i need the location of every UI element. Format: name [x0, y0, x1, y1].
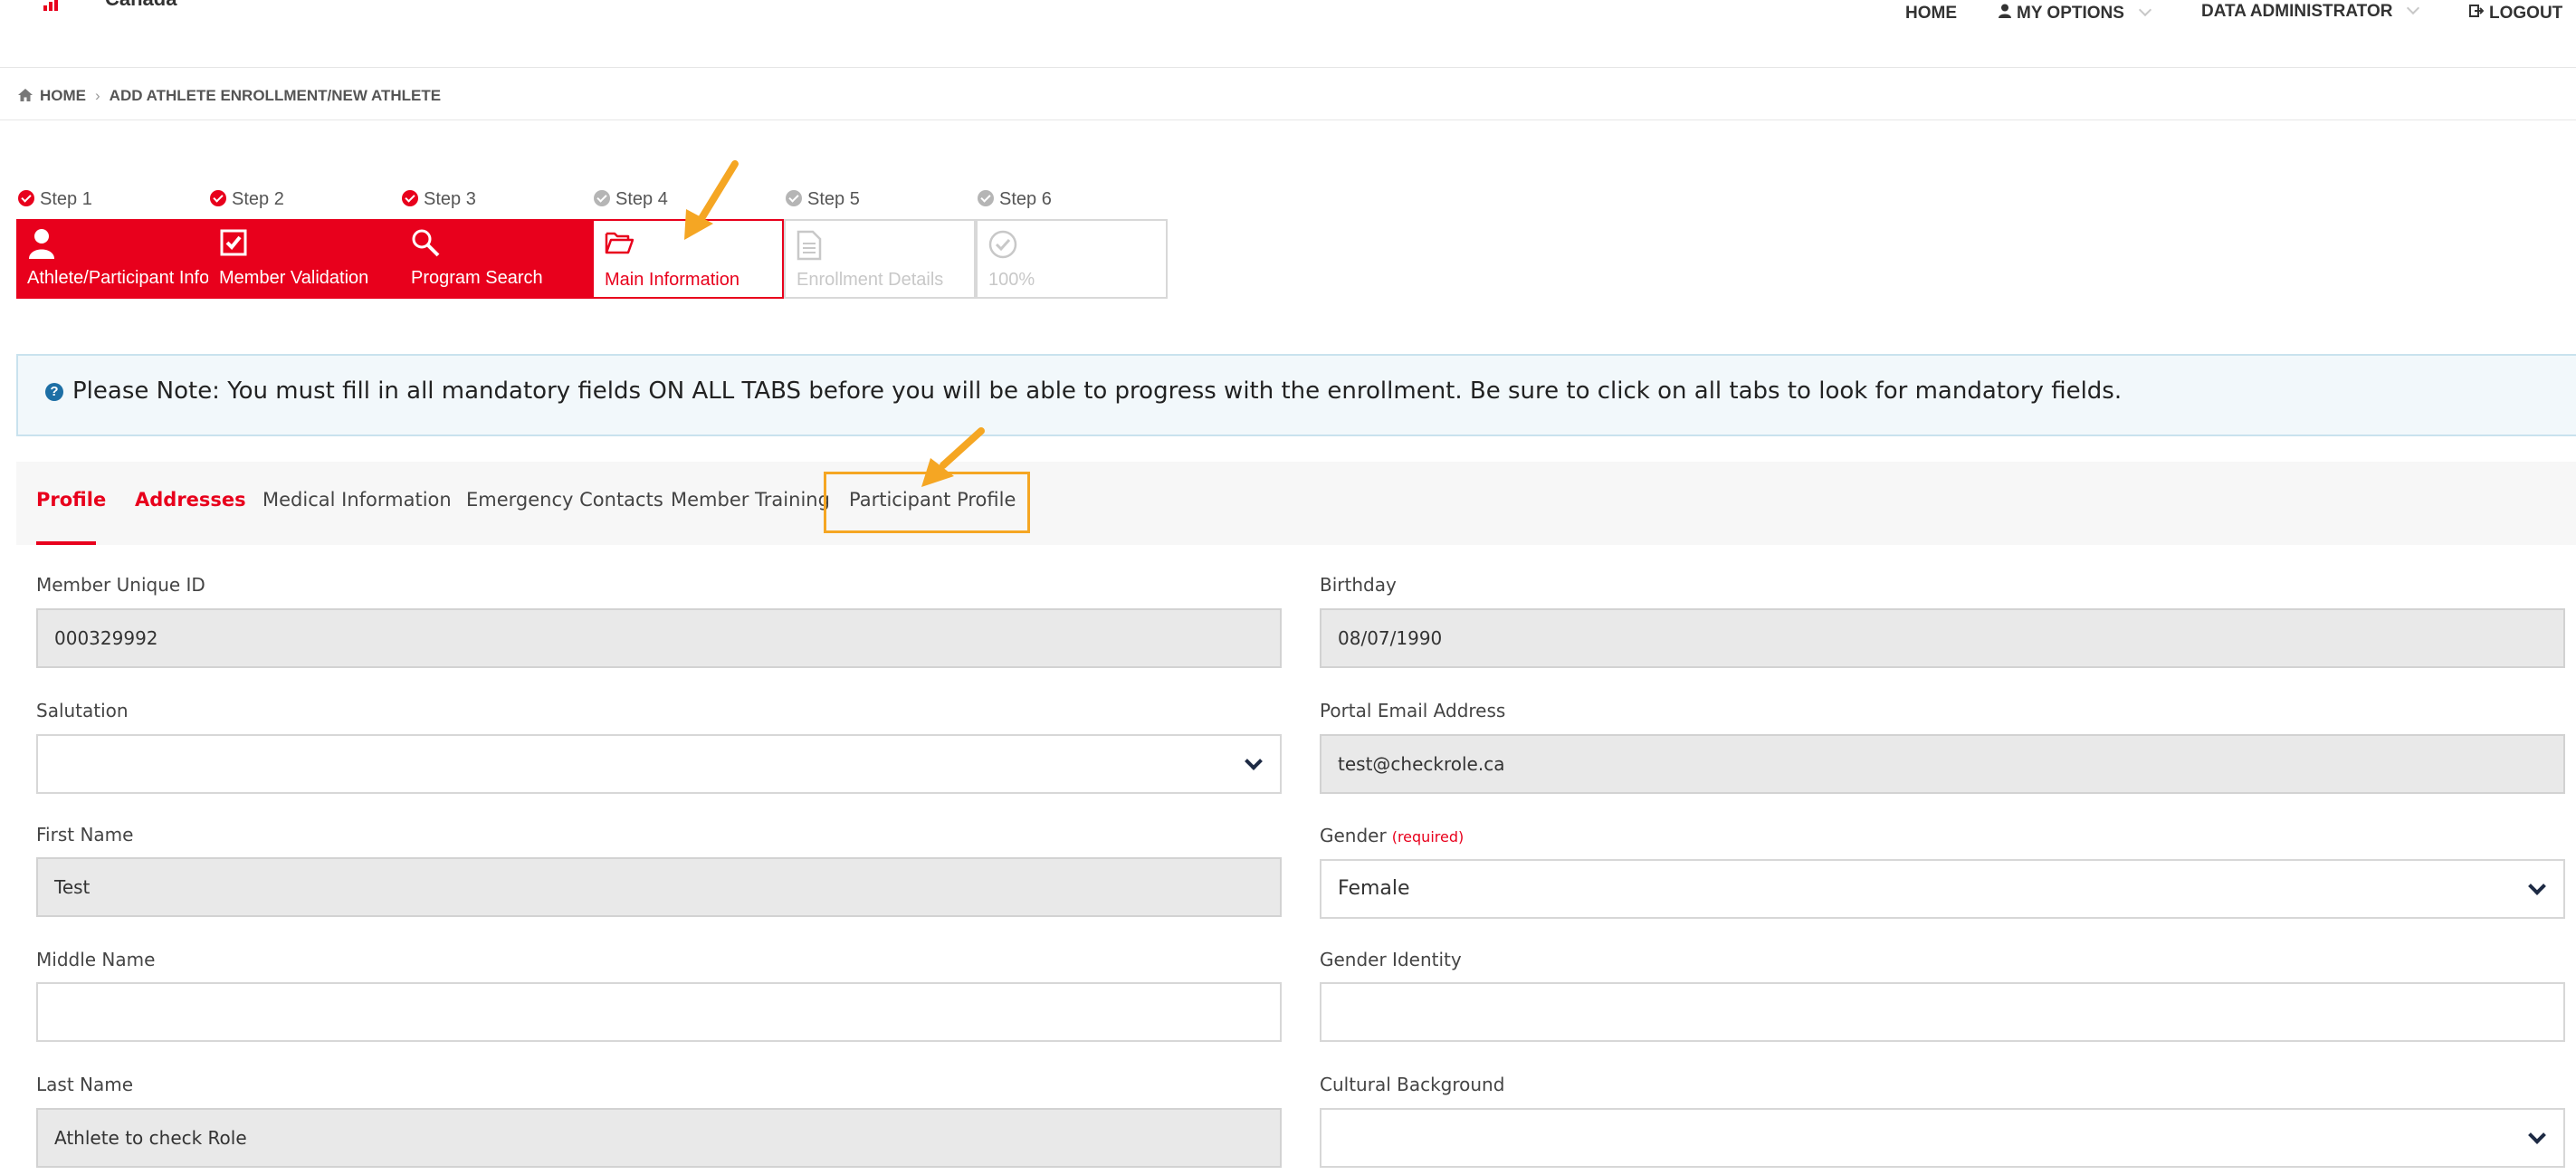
step-label: Step 6	[978, 188, 1052, 210]
step-label: Step 1	[18, 188, 92, 210]
middle-name-field[interactable]	[36, 982, 1282, 1042]
step-label-text: Step 1	[40, 189, 92, 209]
chevron-down-icon	[2528, 1126, 2546, 1144]
tab-profile[interactable]: Profile	[36, 489, 106, 511]
step-enrollment-details[interactable]: Enrollment Details	[784, 219, 976, 299]
step-label: Step 4	[594, 188, 668, 210]
first-name-label: First Name	[36, 824, 134, 845]
step-title: Program Search	[411, 268, 543, 288]
step-title: 100%	[988, 270, 1035, 290]
gender-identity-label: Gender Identity	[1320, 949, 1462, 970]
check-circle-icon	[210, 190, 226, 206]
nav-role-label: DATA ADMINISTRATOR	[2201, 2, 2393, 21]
step-complete[interactable]: 100%	[976, 219, 1168, 299]
gender-value: Female	[1338, 877, 1410, 900]
user-icon	[1999, 4, 2011, 24]
middle-name-label: Middle Name	[36, 949, 156, 970]
annotation-arrow-icon	[921, 427, 985, 487]
brand-logo-text: Canada	[105, 0, 177, 11]
notice-text: Please Note: You must fill in all mandat…	[72, 377, 2123, 405]
portal-email-label: Portal Email Address	[1320, 700, 1506, 721]
member-id-field[interactable]: 000329992	[36, 608, 1282, 668]
step-title: Athlete/Participant Info	[27, 268, 210, 288]
header-divider	[0, 67, 2576, 68]
step-label: Step 3	[402, 188, 476, 210]
portal-email-field[interactable]: test@checkrole.ca	[1320, 734, 2565, 794]
member-id-label: Member Unique ID	[36, 574, 205, 596]
nav-my-options-label: MY OPTIONS	[2017, 4, 2124, 23]
step-program-search[interactable]: Program Search	[400, 219, 592, 299]
step-member-validation[interactable]: Member Validation	[208, 219, 400, 299]
tab-addresses[interactable]: Addresses	[135, 489, 246, 511]
step-label-text: Step 5	[807, 189, 860, 209]
step-label: Step 5	[786, 188, 860, 210]
folder-open-icon	[605, 230, 635, 261]
step-label: Step 2	[210, 188, 284, 210]
tab-emergency-contacts[interactable]: Emergency Contacts	[466, 489, 663, 511]
gender-label-text: Gender	[1320, 825, 1387, 846]
cultural-background-select[interactable]	[1320, 1108, 2565, 1168]
last-name-label: Last Name	[36, 1074, 134, 1095]
gender-select[interactable]: Female	[1320, 859, 2565, 919]
check-circle-icon	[978, 190, 994, 206]
salutation-label: Salutation	[36, 700, 129, 721]
chevron-down-icon	[2138, 3, 2152, 17]
help-circle-icon: ?	[45, 383, 63, 401]
last-name-field[interactable]: Athlete to check Role	[36, 1108, 1282, 1168]
step-athlete-info[interactable]: Athlete/Participant Info	[16, 219, 210, 299]
brand-logo[interactable]	[40, 0, 67, 11]
salutation-select[interactable]	[36, 734, 1282, 794]
chevron-down-icon	[2407, 1, 2420, 15]
breadcrumb-current: ADD ATHLETE ENROLLMENT/NEW ATHLETE	[109, 87, 442, 104]
cultural-background-label: Cultural Background	[1320, 1074, 1505, 1095]
breadcrumb-divider	[0, 119, 2576, 120]
tab-member-training[interactable]: Member Training	[671, 489, 830, 511]
breadcrumb-home-link[interactable]: HOME	[40, 87, 86, 104]
tab-medical-information[interactable]: Medical Information	[262, 489, 452, 511]
search-icon	[411, 228, 442, 259]
check-circle-icon	[786, 190, 802, 206]
nav-home[interactable]: HOME	[1905, 4, 1957, 24]
chevron-down-icon	[1245, 752, 1263, 770]
nav-logout[interactable]: LOGOUT	[2469, 4, 2562, 24]
check-circle-outline-icon	[988, 230, 1019, 261]
breadcrumb: HOME › ADD ATHLETE ENROLLMENT/NEW ATHLETE	[18, 87, 441, 105]
document-icon	[797, 230, 827, 261]
step-label-text: Step 6	[999, 189, 1052, 209]
nav-my-options[interactable]: MY OPTIONS	[1999, 3, 2152, 24]
nav-logout-label: LOGOUT	[2489, 4, 2563, 23]
active-tab-indicator	[36, 541, 96, 545]
check-circle-icon	[402, 190, 418, 206]
nav-home-label: HOME	[1905, 4, 1957, 23]
checkbox-icon	[219, 228, 250, 259]
step-title: Main Information	[605, 270, 739, 290]
check-circle-icon	[594, 190, 610, 206]
home-icon	[18, 88, 33, 101]
first-name-field[interactable]: Test	[36, 857, 1282, 917]
step-label-text: Step 4	[615, 189, 668, 209]
annotation-arrow-icon	[684, 160, 739, 240]
logout-icon	[2469, 4, 2485, 24]
nav-role-menu[interactable]: DATA ADMINISTRATOR	[2201, 1, 2420, 22]
check-circle-icon	[18, 190, 34, 206]
birthday-label: Birthday	[1320, 574, 1397, 596]
step-label-text: Step 2	[232, 189, 284, 209]
gender-identity-field[interactable]	[1320, 982, 2565, 1042]
user-icon	[27, 228, 58, 259]
step-label-text: Step 3	[424, 189, 476, 209]
required-indicator: (required)	[1391, 828, 1465, 845]
step-title: Enrollment Details	[797, 270, 944, 290]
birthday-field[interactable]: 08/07/1990	[1320, 608, 2565, 668]
profile-tabs: Profile Addresses Medical Information Em…	[16, 462, 2576, 545]
breadcrumb-separator: ›	[95, 87, 100, 104]
mandatory-fields-notice: ? Please Note: You must fill in all mand…	[16, 354, 2576, 436]
step-title: Member Validation	[219, 268, 369, 288]
chevron-down-icon	[2528, 877, 2546, 895]
gender-label: Gender (required)	[1320, 825, 1464, 846]
